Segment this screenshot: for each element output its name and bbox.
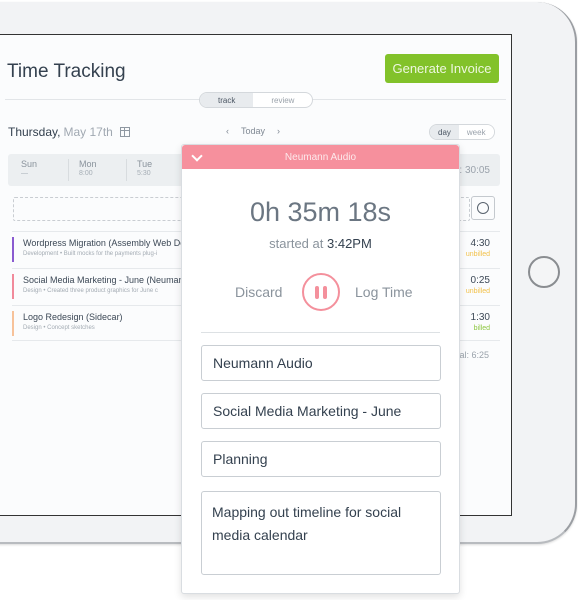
discard-button[interactable]: Discard	[235, 284, 282, 300]
start-timer-button[interactable]	[471, 196, 495, 220]
day-tue[interactable]: Tue 5:30	[137, 159, 152, 177]
timer-divider	[201, 332, 440, 333]
entry-title: Social Media Marketing - June (Neuman	[23, 275, 184, 285]
pause-icon-bar	[323, 285, 327, 299]
week-total: : 30:05	[459, 165, 490, 176]
chevron-right-icon[interactable]: ›	[277, 126, 280, 136]
entry-description: Design • Created three product graphics …	[23, 288, 158, 294]
started-at: started at 3:42PM	[269, 236, 372, 251]
home-button[interactable]	[528, 256, 560, 288]
tab-week[interactable]: week	[458, 125, 494, 139]
timer-client-title: Neumann Audio	[284, 151, 357, 163]
date: May 17th	[63, 125, 113, 139]
tab-track[interactable]: track	[200, 93, 254, 107]
entry-duration: 0:25	[470, 275, 490, 286]
view-toggle: day week	[429, 124, 495, 140]
day-separator	[126, 159, 127, 181]
chevron-left-icon[interactable]: ‹	[226, 126, 229, 136]
entry-status: unbilled	[465, 251, 490, 258]
page-title: Time Tracking	[7, 61, 126, 82]
day-mon[interactable]: Mon 8:00	[79, 159, 97, 177]
entry-color-bar	[12, 274, 14, 299]
date-nav: ‹ Today ›	[226, 126, 280, 136]
started-time: 3:42PM	[327, 236, 372, 251]
day-total: al: 6:25	[459, 350, 489, 360]
entry-description: Design • Concept sketches	[23, 325, 95, 331]
mode-toggle: track review	[199, 92, 314, 108]
entry-title: Logo Redesign (Sidecar)	[23, 312, 123, 322]
pause-icon-bar	[315, 285, 319, 299]
entry-status: unbilled	[465, 288, 490, 295]
task-field[interactable]: Planning	[201, 441, 441, 477]
notes-textarea[interactable]: Mapping out timeline for social media ca…	[201, 491, 441, 575]
entry-duration: 4:30	[470, 238, 490, 249]
calendar-icon[interactable]	[119, 127, 130, 137]
elapsed-time: 0h 35m 18s	[249, 197, 392, 227]
entry-duration: 1:30	[470, 312, 490, 323]
timer-panel: Neumann Audio 0h 35m 18s started at 3:42…	[181, 144, 460, 594]
project-field[interactable]: Social Media Marketing - June	[201, 393, 441, 429]
entry-title: Wordpress Migration (Assembly Web De	[23, 238, 186, 248]
stopwatch-icon	[477, 202, 489, 214]
chevron-down-icon[interactable]	[191, 150, 203, 162]
tab-review[interactable]: review	[253, 93, 312, 107]
date-label: Thursday, May 17th	[8, 125, 130, 139]
entry-description: Development • Built mocks for the paymen…	[23, 251, 158, 257]
pause-button[interactable]	[302, 273, 340, 311]
weekday: Thursday,	[8, 125, 61, 139]
generate-invoice-button[interactable]: Generate Invoice	[385, 54, 499, 83]
entry-color-bar	[12, 311, 14, 336]
entry-status: billed	[473, 325, 490, 332]
log-time-button[interactable]: Log Time	[355, 284, 413, 300]
today-button[interactable]: Today	[241, 126, 265, 136]
client-field[interactable]: Neumann Audio	[201, 345, 441, 381]
entry-color-bar	[12, 237, 14, 262]
day-sun[interactable]: Sun —	[21, 159, 37, 177]
day-separator	[68, 159, 69, 181]
timer-header: Neumann Audio	[182, 145, 459, 169]
tab-day[interactable]: day	[430, 125, 459, 139]
